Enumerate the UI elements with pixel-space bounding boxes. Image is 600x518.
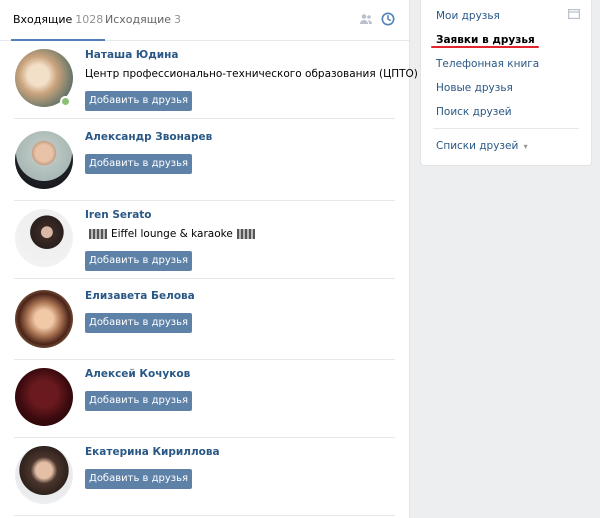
friend-name[interactable]: Александр Звонарев: [85, 131, 212, 143]
request-row: Елизавета Белова Добавить в друзья: [0, 282, 410, 360]
sidebar-item-label: Списки друзей: [436, 140, 519, 152]
avatar[interactable]: [15, 290, 73, 348]
friend-name[interactable]: Алексей Кочуков: [85, 368, 190, 380]
sidebar-item-my-friends[interactable]: Мои друзья: [436, 10, 500, 22]
friend-status: Центр профессионально-технического образ…: [85, 68, 439, 80]
tab-incoming-label: Входящие: [13, 13, 73, 26]
divider: [433, 128, 579, 129]
request-row: Екатерина Кириллова Добавить в друзья: [0, 438, 410, 516]
emoji-icon: [89, 229, 107, 239]
highlight-underline: [431, 46, 539, 48]
avatar[interactable]: [15, 368, 73, 426]
add-friend-button[interactable]: Добавить в друзья: [85, 469, 192, 489]
sidebar-item-friend-requests[interactable]: Заявки в друзья: [436, 34, 535, 46]
clock-icon[interactable]: [381, 12, 395, 26]
avatar[interactable]: [15, 446, 73, 504]
chevron-down-icon: ▾: [523, 142, 528, 151]
add-friend-button[interactable]: Добавить в друзья: [85, 154, 192, 174]
divider: [14, 118, 395, 119]
friends-sidebar: Мои друзья Заявки в друзья Телефонная кн…: [420, 0, 592, 166]
sidebar-item-friend-lists[interactable]: Списки друзей ▾: [436, 140, 528, 152]
avatar[interactable]: [15, 131, 73, 189]
requests-panel: Входящие 1028 Исходящие 3 Наташа Юдина Цен…: [0, 0, 439, 518]
tab-outgoing-count: 3: [174, 13, 182, 26]
users-icon[interactable]: [359, 12, 373, 26]
add-friend-button[interactable]: Добавить в друзья: [85, 91, 192, 111]
friend-status: Eiffel lounge & karaoke: [85, 228, 259, 240]
sidebar-item-phone-book[interactable]: Телефонная книга: [436, 58, 539, 70]
tab-incoming[interactable]: Входящие 1028: [11, 0, 106, 41]
friend-name[interactable]: Наташа Юдина: [85, 49, 178, 61]
online-indicator: [60, 96, 71, 107]
add-friend-button[interactable]: Добавить в друзья: [85, 313, 192, 333]
add-friend-button[interactable]: Добавить в друзья: [85, 391, 192, 411]
request-row: Наташа Юдина Центр профессионально-техни…: [0, 41, 439, 119]
divider: [14, 515, 395, 516]
avatar[interactable]: [15, 209, 73, 267]
sidebar-item-new-friends[interactable]: Новые друзья: [436, 82, 513, 94]
add-friend-button[interactable]: Добавить в друзья: [85, 251, 192, 271]
divider: [14, 278, 395, 279]
friend-name[interactable]: Елизавета Белова: [85, 290, 195, 302]
friend-name[interactable]: Iren Serato: [85, 209, 152, 221]
tab-incoming-count: 1028: [75, 13, 104, 26]
sidebar-item-find-friends[interactable]: Поиск друзей: [436, 106, 512, 118]
tab-outgoing-label: Исходящие: [105, 13, 172, 26]
window-icon[interactable]: [568, 9, 580, 19]
tab-outgoing[interactable]: Исходящие 3: [105, 0, 181, 41]
request-row: Iren Serato Eiffel lounge & karaoke Доба…: [0, 201, 410, 279]
friend-name[interactable]: Екатерина Кириллова: [85, 446, 220, 458]
emoji-icon: [236, 229, 255, 239]
request-row: Алексей Кочуков Добавить в друзья: [0, 360, 410, 438]
request-row: Александр Звонарев Добавить в друзья: [0, 123, 410, 201]
tabs-bar: Входящие 1028 Исходящие 3: [0, 0, 409, 41]
